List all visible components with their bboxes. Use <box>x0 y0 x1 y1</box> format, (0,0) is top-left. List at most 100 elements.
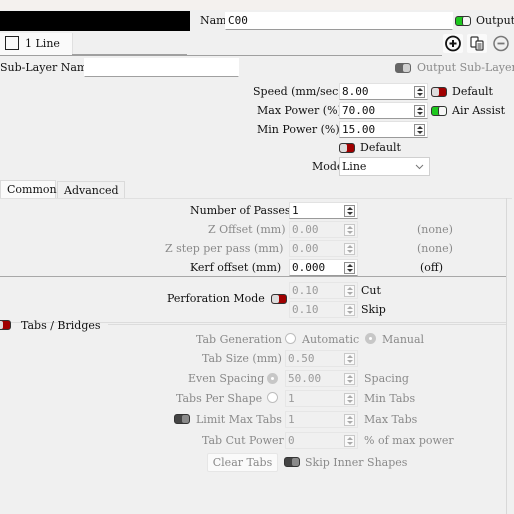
sublayer-name-label: Sub-Layer Name <box>0 61 94 74</box>
sublayer-name-input[interactable] <box>84 58 239 77</box>
tab-advanced[interactable]: Advanced <box>57 181 125 199</box>
remove-sublayer-button[interactable] <box>491 34 511 53</box>
tab-common[interactable]: Common <box>0 180 57 199</box>
output-toggle[interactable] <box>455 16 471 26</box>
tab-common-label: Common <box>7 183 57 196</box>
z-step-spinner[interactable] <box>344 243 355 255</box>
max-power-spinner[interactable] <box>414 105 425 117</box>
even-spacing-spinner[interactable] <box>344 373 355 385</box>
kerf-label: Kerf offset (mm) <box>190 261 282 274</box>
sublayer-tab[interactable]: 1 Line <box>0 33 73 55</box>
tab-size-input[interactable]: 0.50 <box>285 350 358 367</box>
tabs-per-shape-input[interactable]: 1 <box>285 390 358 407</box>
kerf-value: 0.000 <box>292 261 326 274</box>
limit-max-tabs-spinner[interactable] <box>344 414 355 426</box>
perforation-cut-spinner[interactable] <box>344 285 355 297</box>
z-offset-label: Z Offset (mm) <box>208 223 286 236</box>
tabs-per-shape-spinner[interactable] <box>344 393 355 405</box>
skip-inner-shapes-toggle[interactable] <box>284 457 300 467</box>
perforation-skip-label: Skip <box>361 303 386 316</box>
limit-max-tabs-input[interactable]: 1 <box>285 411 358 428</box>
speed-label: Speed (mm/sec) <box>253 85 343 98</box>
tabs-per-shape-radio[interactable] <box>267 392 278 403</box>
perforation-skip-spinner[interactable] <box>344 304 355 316</box>
z-step-status: (none) <box>417 242 453 255</box>
sublayer-color-swatch[interactable] <box>5 36 19 50</box>
clear-tabs-button[interactable]: Clear Tabs <box>207 453 278 472</box>
z-offset-value: 0.00 <box>292 223 319 236</box>
output-sublayer-label: Output Sub-Layer <box>417 61 514 74</box>
passes-spinner[interactable] <box>344 205 355 217</box>
tabs-per-shape-value: 1 <box>288 392 295 405</box>
z-offset-spinner[interactable] <box>344 224 355 236</box>
title-strip <box>0 0 514 10</box>
power-default-toggle[interactable] <box>339 143 355 153</box>
layer-color-bar <box>0 11 190 31</box>
automatic-label: Automatic <box>302 333 360 346</box>
tab-cut-power-unit: % of max power <box>364 434 454 447</box>
perforation-label: Perforation Mode <box>167 292 265 305</box>
pane-right-border <box>506 198 507 514</box>
kerf-input[interactable]: 0.000 <box>289 259 358 276</box>
z-offset-input[interactable]: 0.00 <box>289 221 358 238</box>
passes-label: Number of Passes <box>190 204 291 217</box>
section-divider <box>0 276 506 277</box>
speed-default-toggle[interactable] <box>431 87 447 97</box>
add-sublayer-button[interactable] <box>443 34 463 53</box>
min-power-spinner[interactable] <box>414 124 425 136</box>
layer-name-value: C00 <box>228 14 248 27</box>
speed-input[interactable]: 8.00 <box>339 83 428 100</box>
limit-max-tabs-value: 1 <box>288 413 295 426</box>
perforation-cut-input[interactable]: 0.10 <box>289 282 358 299</box>
passes-input[interactable]: 1 <box>289 202 358 219</box>
even-spacing-input[interactable]: 50.00 <box>285 370 358 387</box>
manual-label: Manual <box>382 333 425 346</box>
sublayer-tab-label: 1 Line <box>25 37 60 50</box>
kerf-spinner[interactable] <box>344 262 355 274</box>
min-power-value: 15.00 <box>342 123 376 136</box>
layer-name-input[interactable]: C00 <box>225 12 453 30</box>
limit-max-tabs-toggle[interactable] <box>174 414 190 424</box>
even-spacing-value: 50.00 <box>288 372 322 385</box>
max-tabs-label: Max Tabs <box>364 413 418 426</box>
tab-cut-power-spinner[interactable] <box>344 435 355 447</box>
tabs-per-shape-label: Tabs Per Shape <box>176 392 263 405</box>
tab-size-spinner[interactable] <box>344 353 355 365</box>
z-step-value: 0.00 <box>292 242 319 255</box>
speed-spinner[interactable] <box>414 86 425 98</box>
even-spacing-radio[interactable] <box>267 373 278 384</box>
tab-size-value: 0.50 <box>288 352 315 365</box>
tab-bar-baseline <box>0 55 442 56</box>
copy-icon <box>470 36 484 51</box>
min-power-input[interactable]: 15.00 <box>339 121 428 138</box>
min-power-label: Min Power (%) <box>257 123 340 136</box>
max-power-input[interactable]: 70.00 <box>339 102 428 119</box>
perforation-toggle[interactable] <box>271 294 287 304</box>
z-step-input[interactable]: 0.00 <box>289 240 358 257</box>
tabs-bridges-toggle[interactable] <box>0 320 11 330</box>
clear-tabs-label: Clear Tabs <box>212 456 273 469</box>
tab-cut-power-input[interactable]: 0 <box>285 432 358 449</box>
skip-inner-shapes-label: Skip Inner Shapes <box>305 456 408 469</box>
tab-generation-automatic-radio[interactable] <box>285 333 296 344</box>
tabs-group-border <box>108 324 506 325</box>
minus-circle-icon <box>493 35 509 52</box>
output-label: Output <box>476 14 514 27</box>
max-power-label: Max Power (%) <box>257 104 342 117</box>
mode-select[interactable]: Line <box>339 157 430 176</box>
air-assist-toggle[interactable] <box>431 106 447 116</box>
tab-cut-power-label: Tab Cut Power <box>202 434 284 447</box>
output-sublayer-toggle[interactable] <box>395 63 411 73</box>
tab-cut-power-value: 0 <box>288 434 295 447</box>
perforation-skip-value: 0.10 <box>292 303 319 316</box>
tab-generation-manual-radio[interactable] <box>365 333 376 344</box>
tab-pane-border <box>0 198 512 199</box>
mode-value: Line <box>342 160 367 173</box>
perforation-cut-value: 0.10 <box>292 284 319 297</box>
copy-sublayer-button[interactable] <box>467 34 487 53</box>
power-default-label: Default <box>360 141 401 154</box>
perforation-skip-input[interactable]: 0.10 <box>289 301 358 318</box>
spacing-label: Spacing <box>364 372 409 385</box>
tab-advanced-label: Advanced <box>64 184 119 197</box>
z-offset-status: (none) <box>417 223 453 236</box>
